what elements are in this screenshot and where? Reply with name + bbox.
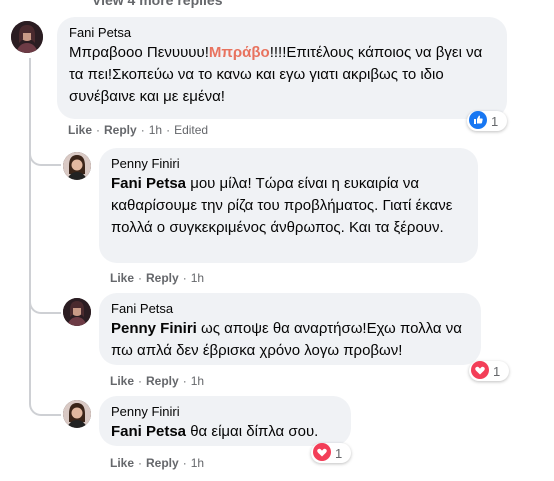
reaction-badge[interactable]: 1 [467,110,507,132]
comment-text: Μπραβοοο Πενυυυυ!Μπράβο!!!!Επιτέλους κάπ… [69,42,495,108]
like-button[interactable]: Like [110,456,134,470]
comment-actions: Like · Reply · 1h [110,374,205,388]
avatar[interactable] [63,298,91,326]
comment-text: Fani Petsa θα είμαι δίπλα σου. [111,421,339,443]
mention-link[interactable]: Fani Petsa [111,423,186,440]
like-button[interactable]: Like [110,374,134,388]
view-more-replies-link[interactable]: View 4 more replies [92,0,222,8]
comment-time[interactable]: 1h [149,123,162,137]
comment-text: Penny Finiri ως αποψε θα αναρτήσω!Εχω πο… [111,318,469,362]
mention-link[interactable]: Fani Petsa [111,175,186,192]
comment-time[interactable]: 1h [191,374,204,388]
comment-time[interactable]: 1h [191,271,204,285]
reply-button[interactable]: Reply [146,456,179,470]
comment-author[interactable]: Fani Petsa [111,301,469,316]
comment-actions: Like · Reply · 1h [110,271,205,285]
comment-text: Fani Petsa μου μίλα! Τώρα είναι η ευκαιρ… [111,173,466,239]
comment-actions: Like · Reply · 1h [110,456,205,470]
comment-author[interactable]: Fani Petsa [69,25,495,40]
reaction-badge[interactable]: 1 [311,442,351,464]
love-reaction-icon [471,360,489,382]
like-reaction-icon [469,110,487,132]
comment-bubble: Fani Petsa Μπραβοοο Πενυυυυ!Μπράβο!!!!Επ… [57,17,507,119]
comment-bubble: Fani Petsa Penny Finiri ως αποψε θα αναρ… [99,293,481,365]
reply-button[interactable]: Reply [146,271,179,285]
reaction-count: 1 [491,113,499,129]
like-button[interactable]: Like [68,123,92,137]
reaction-badge[interactable]: 1 [469,360,509,382]
comment-bubble: Penny Finiri Fani Petsa θα είμαι δίπλα σ… [99,396,351,446]
comment-text-highlight: Μπράβο [208,44,270,61]
comment-bubble: Penny Finiri Fani Petsa μου μίλα! Τώρα ε… [99,148,478,263]
comment-author[interactable]: Penny Finiri [111,404,339,419]
reaction-count: 1 [335,445,343,461]
comment-text-part: Μπραβοοο Πενυυυυ! [69,44,209,61]
reaction-count: 1 [493,363,501,379]
love-reaction-icon [313,442,331,464]
comment-actions: Like · Reply · 1h · Edited [68,123,209,137]
like-button[interactable]: Like [110,271,134,285]
avatar[interactable] [11,21,43,53]
view-more-replies-label: View 4 more replies [92,0,223,8]
reply-button[interactable]: Reply [146,374,179,388]
mention-link[interactable]: Penny Finiri [111,320,197,337]
comment-author[interactable]: Penny Finiri [111,156,466,171]
comment-time[interactable]: 1h [191,456,204,470]
edited-label: Edited [174,123,209,137]
reply-button[interactable]: Reply [104,123,137,137]
avatar[interactable] [63,152,91,180]
avatar[interactable] [63,400,91,428]
comment-text-part: θα είμαι δίπλα σου. [186,423,319,440]
thread-connector [29,64,61,416]
